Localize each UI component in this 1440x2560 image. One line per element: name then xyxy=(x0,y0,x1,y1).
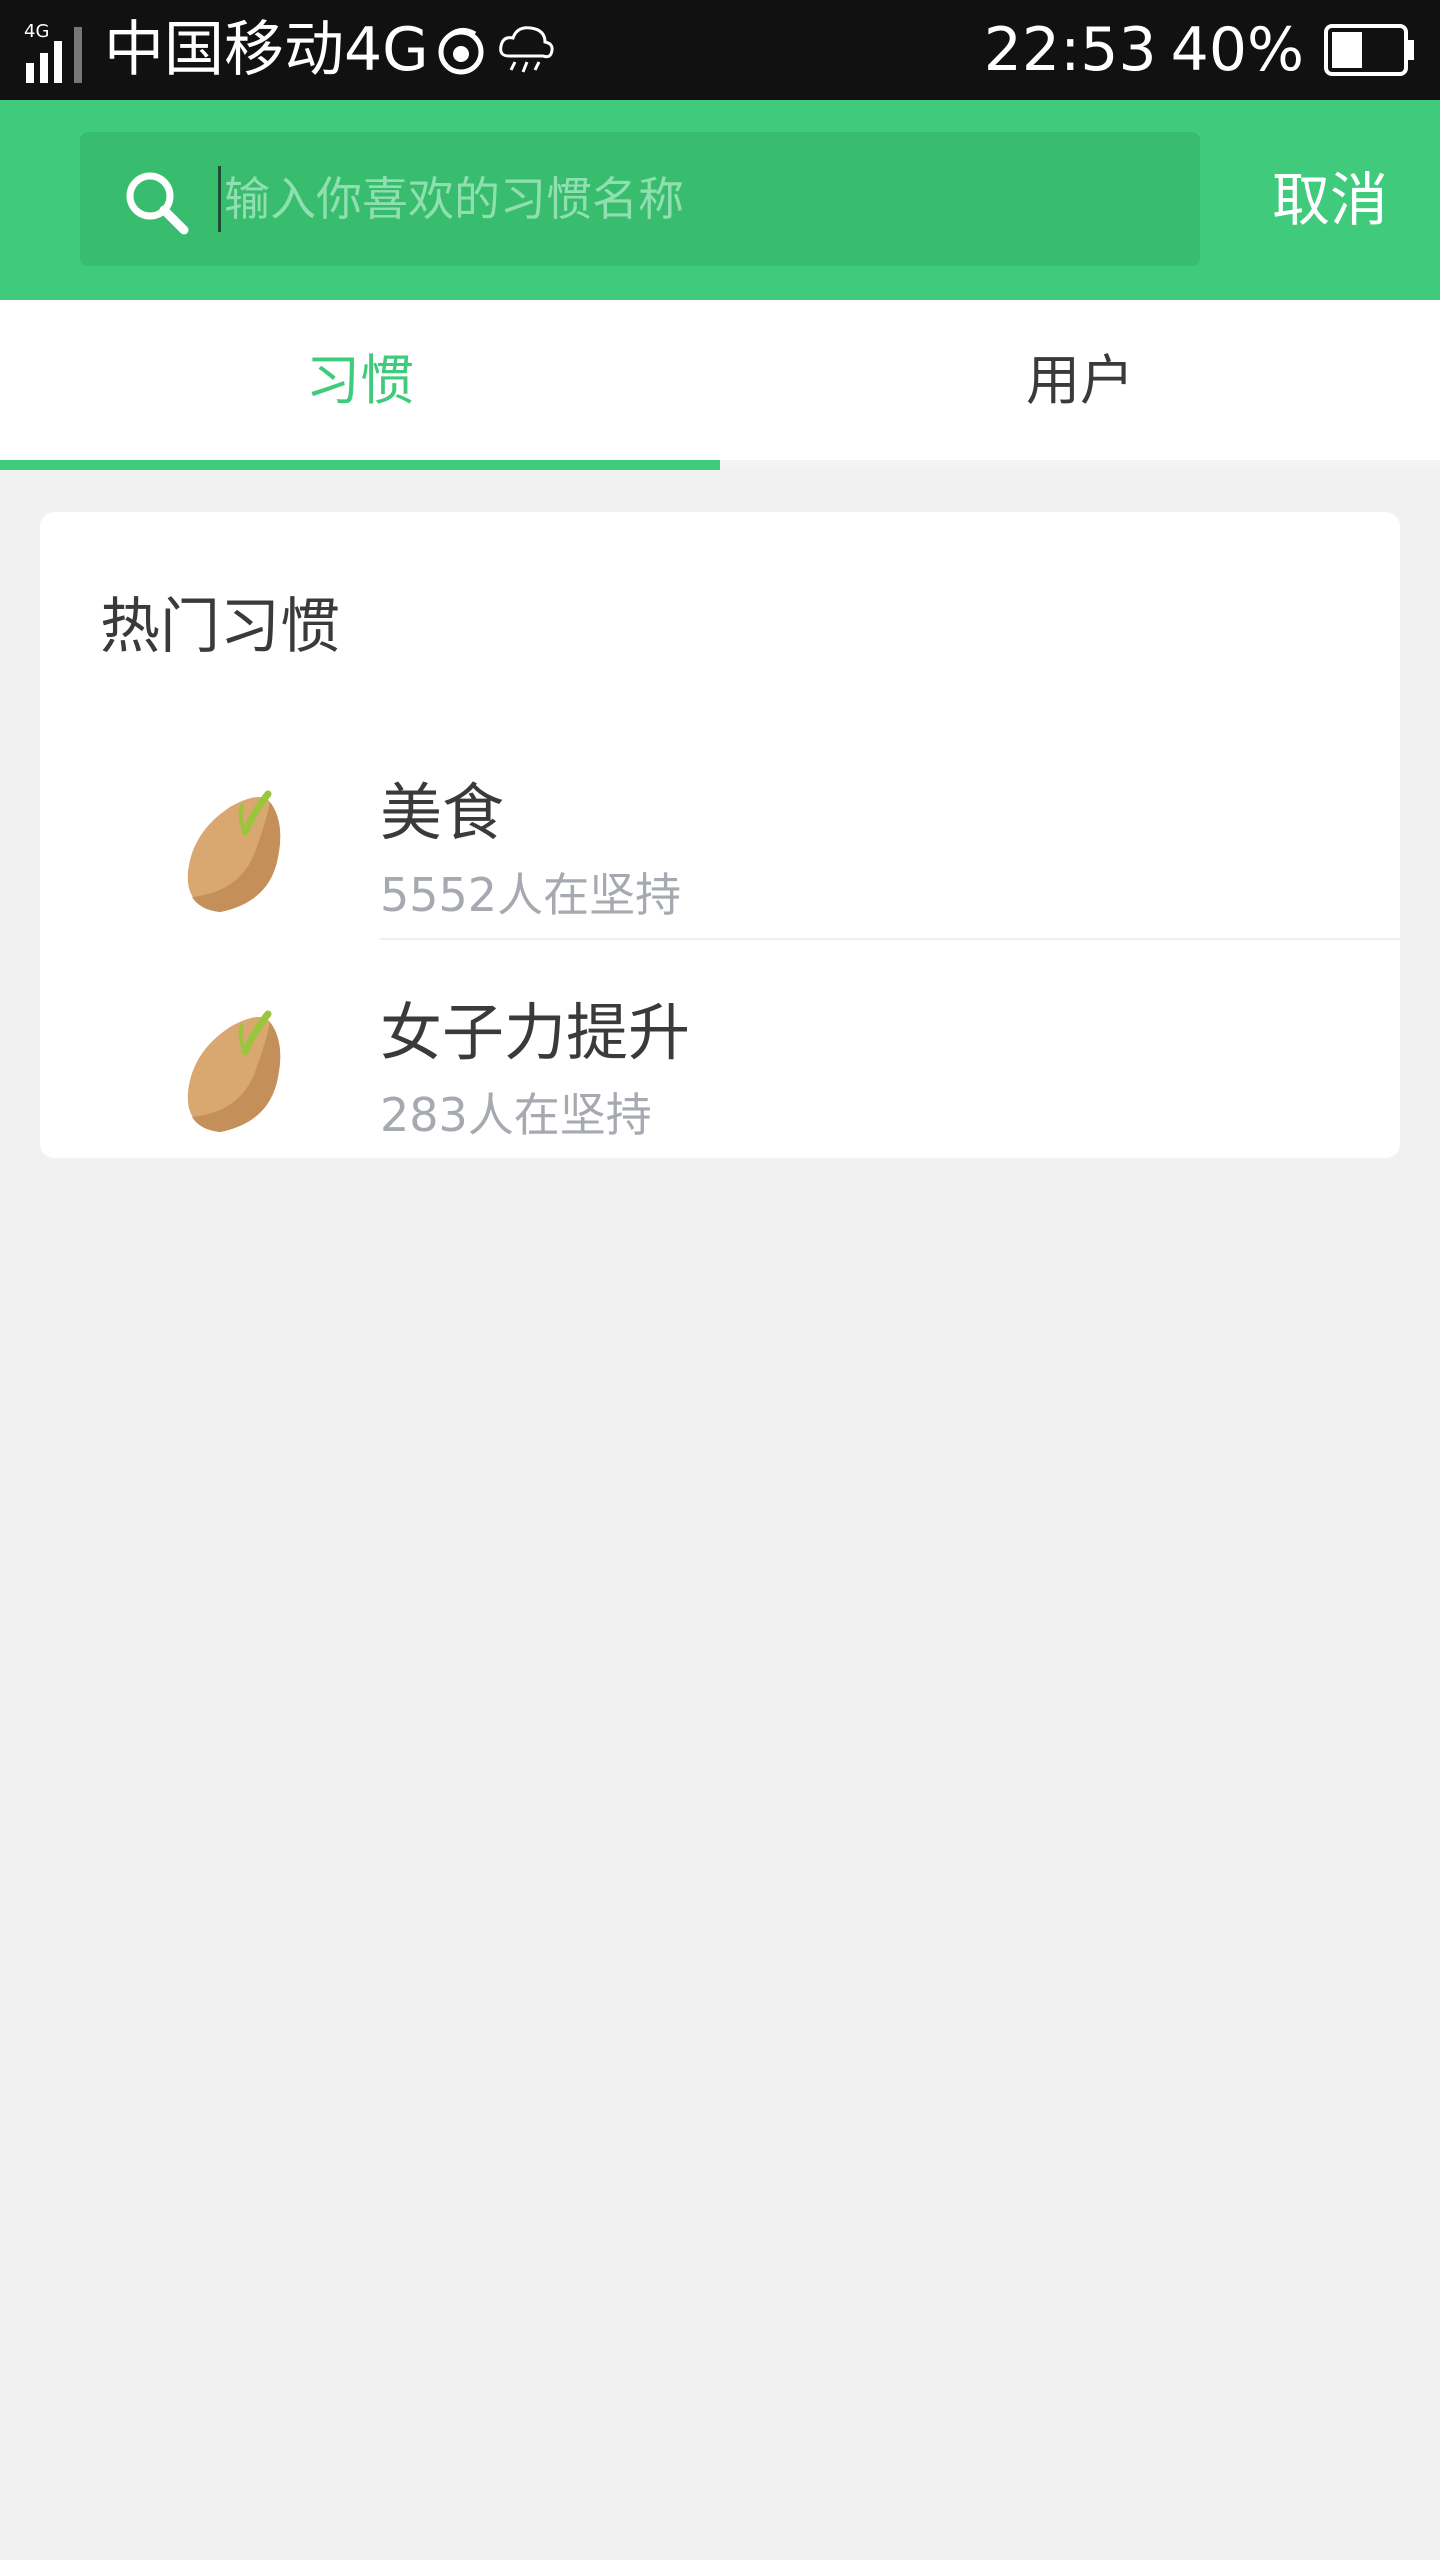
seed-icon xyxy=(187,790,281,912)
search-box[interactable] xyxy=(80,132,1200,266)
habit-count: 283人在坚持 xyxy=(380,1088,652,1142)
rain-cloud-icon xyxy=(498,26,554,73)
text-cursor xyxy=(218,166,221,232)
habit-count: 5552人在坚持 xyxy=(380,868,682,922)
status-bar: 4G 中国移动4G 22:53 40% xyxy=(0,0,1440,100)
clock: 22:53 xyxy=(983,15,1157,85)
hot-habits-card: 热门习惯 美食 5552人在坚持 女子力提升 283人在坚持 xyxy=(40,512,1400,1158)
battery-percent: 40% xyxy=(1170,15,1304,85)
search-input[interactable] xyxy=(224,132,1184,266)
tab-users[interactable]: 用户 xyxy=(720,300,1440,462)
active-tab-indicator xyxy=(0,460,720,470)
search-header: 取消 xyxy=(0,100,1440,300)
tab-bar: 习惯 用户 xyxy=(0,300,1440,470)
cancel-button[interactable]: 取消 xyxy=(1240,100,1420,300)
battery-icon xyxy=(1324,24,1414,76)
tab-underline xyxy=(720,460,1440,470)
habit-item-food[interactable]: 美食 5552人在坚持 xyxy=(40,732,1400,952)
svg-text:4G: 4G xyxy=(24,21,49,42)
tab-habits[interactable]: 习惯 xyxy=(0,300,720,462)
habit-name: 女子力提升 xyxy=(380,996,691,1069)
habit-name: 美食 xyxy=(380,776,505,849)
habit-item-feminine[interactable]: 女子力提升 283人在坚持 xyxy=(40,952,1400,1172)
section-title: 热门习惯 xyxy=(100,592,340,662)
seed-icon xyxy=(187,1010,281,1132)
weibo-icon xyxy=(438,28,484,75)
carrier-label: 中国移动4G xyxy=(104,15,429,85)
list-divider xyxy=(380,938,1400,940)
signal-icon: 4G xyxy=(24,21,82,83)
search-icon xyxy=(126,172,189,235)
